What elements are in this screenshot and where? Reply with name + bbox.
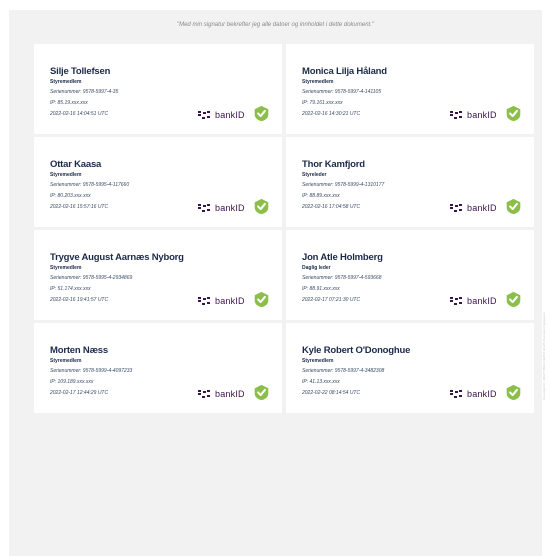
signature-card: Morten Næss Styremedlem Serienummer: 957… <box>34 323 282 413</box>
signer-role: Styremedlem <box>50 79 82 85</box>
verified-check-icon <box>254 105 269 122</box>
signature-timestamp: 2022-02-17 07:21:30 UTC <box>302 297 361 303</box>
verified-check-icon <box>254 198 269 215</box>
signer-serial: Serienummer: 9578-5997-4-141105 <box>302 89 382 95</box>
signer-role: Styremedlem <box>50 172 82 178</box>
signature-card: Monica Lilja Håland Styremedlem Serienum… <box>286 44 534 134</box>
signer-name: Kyle Robert O'Donoghue <box>302 345 411 356</box>
signer-role: Styremedlem <box>50 358 82 364</box>
bankid-logo: bankID <box>450 109 497 121</box>
signer-role: Styremedlem <box>302 358 334 364</box>
signer-ip: IP: 88.89.xxx.xxx <box>302 193 340 199</box>
signature-card: Jon Atle Holmberg Daglig leder Serienumm… <box>286 230 534 320</box>
bankid-mark-icon <box>450 111 462 119</box>
signer-ip: IP: 51.174.xxx.xxx <box>50 286 91 292</box>
signer-role: Daglig leder <box>302 265 331 271</box>
bankid-label: bankID <box>467 110 497 120</box>
signer-ip: IP: 109.189.xxx.xxx <box>50 379 94 385</box>
bankid-mark-icon <box>198 111 210 119</box>
bankid-mark-icon <box>450 297 462 305</box>
verified-check-icon <box>506 198 521 215</box>
signer-role: Styreleder <box>302 172 327 178</box>
bankid-mark-icon <box>198 297 210 305</box>
signature-card: Ottar Kaasa Styremedlem Serienummer: 957… <box>34 137 282 227</box>
signer-serial: Serienummer: 9578-5997-4-35 <box>50 89 119 95</box>
signature-timestamp: 2022-02-17 12:44:29 UTC <box>50 390 109 396</box>
document-page: "Med min signatur bekrefter jeg alle dat… <box>9 10 542 556</box>
signature-timestamp: 2022-02-16 14:30:21 UTC <box>302 111 361 117</box>
bankid-label: bankID <box>215 110 245 120</box>
signer-serial: Serienummer: 9578-5999-4-1310177 <box>302 182 385 188</box>
signer-name: Ottar Kaasa <box>50 159 102 170</box>
bankid-logo: bankID <box>450 295 497 307</box>
bankid-mark-icon <box>450 204 462 212</box>
signer-ip: IP: 88.91.xxx.xxx <box>302 286 340 292</box>
verified-check-icon <box>506 291 521 308</box>
bankid-label: bankID <box>467 296 497 306</box>
verified-check-icon <box>254 384 269 401</box>
bankid-mark-icon <box>198 390 210 398</box>
signer-name: Trygve August Aarnæs Nyborg <box>50 252 184 263</box>
signature-card: Thor Kamfjord Styreleder Serienummer: 95… <box>286 137 534 227</box>
signer-role: Styremedlem <box>50 265 82 271</box>
signature-timestamp: 2022-02-16 17:04:58 UTC <box>302 204 361 210</box>
signer-name: Morten Næss <box>50 345 108 356</box>
signature-timestamp: 2022-02-22 08:14:54 UTC <box>302 390 361 396</box>
signer-serial: Serienummer: 9578-5995-4-2934869 <box>50 275 133 281</box>
signature-card: Trygve August Aarnæs Nyborg Styremedlem … <box>34 230 282 320</box>
signer-name: Monica Lilja Håland <box>302 66 387 77</box>
signature-timestamp: 2022-02-16 19:41:57 UTC <box>50 297 109 303</box>
signer-role: Styremedlem <box>302 79 334 85</box>
signature-timestamp: 2022-02-16 14:04:51 UTC <box>50 111 109 117</box>
signer-ip: IP: 79.161.xxx.xxx <box>302 100 343 106</box>
bankid-logo: bankID <box>450 202 497 214</box>
bankid-logo: bankID <box>198 295 245 307</box>
bankid-logo: bankID <box>198 109 245 121</box>
bankid-label: bankID <box>467 203 497 213</box>
signer-serial: Serienummer: 9578-5997-4-593668 <box>302 275 382 281</box>
verified-check-icon <box>254 291 269 308</box>
bankid-label: bankID <box>467 389 497 399</box>
verified-check-icon <box>506 384 521 401</box>
bankid-label: bankID <box>215 296 245 306</box>
bankid-mark-icon <box>198 204 210 212</box>
signer-name: Silje Tollefsen <box>50 66 111 77</box>
bankid-label: bankID <box>215 203 245 213</box>
signer-name: Thor Kamfjord <box>302 159 365 170</box>
signer-serial: Serienummer: 9578-5997-4-3482308 <box>302 368 385 374</box>
bankid-mark-icon <box>450 390 462 398</box>
signer-ip: IP: 85.19.xxx.xxx <box>50 100 88 106</box>
signer-ip: IP: 80.203.xxx.xxx <box>50 193 91 199</box>
signature-statement: "Med min signatur bekrefter jeg alle dat… <box>176 22 375 28</box>
side-document-id: Document ID: 3B1D7 8BF24 6E0C4 9A1D5 Doc… <box>542 312 546 400</box>
signature-card: Kyle Robert O'Donoghue Styremedlem Serie… <box>286 323 534 413</box>
signature-card: Silje Tollefsen Styremedlem Serienummer:… <box>34 44 282 134</box>
bankid-logo: bankID <box>198 202 245 214</box>
signer-ip: IP: 41.13.xxx.xxx <box>302 379 340 385</box>
verified-check-icon <box>506 105 521 122</box>
bankid-logo: bankID <box>198 388 245 400</box>
bankid-logo: bankID <box>450 388 497 400</box>
signer-serial: Serienummer: 9578-5995-4-117660 <box>50 182 130 188</box>
signer-name: Jon Atle Holmberg <box>302 252 383 263</box>
signer-serial: Serienummer: 9578-5999-4-4097233 <box>50 368 133 374</box>
signature-timestamp: 2022-02-16 15:57:16 UTC <box>50 204 109 210</box>
bankid-label: bankID <box>215 389 245 399</box>
